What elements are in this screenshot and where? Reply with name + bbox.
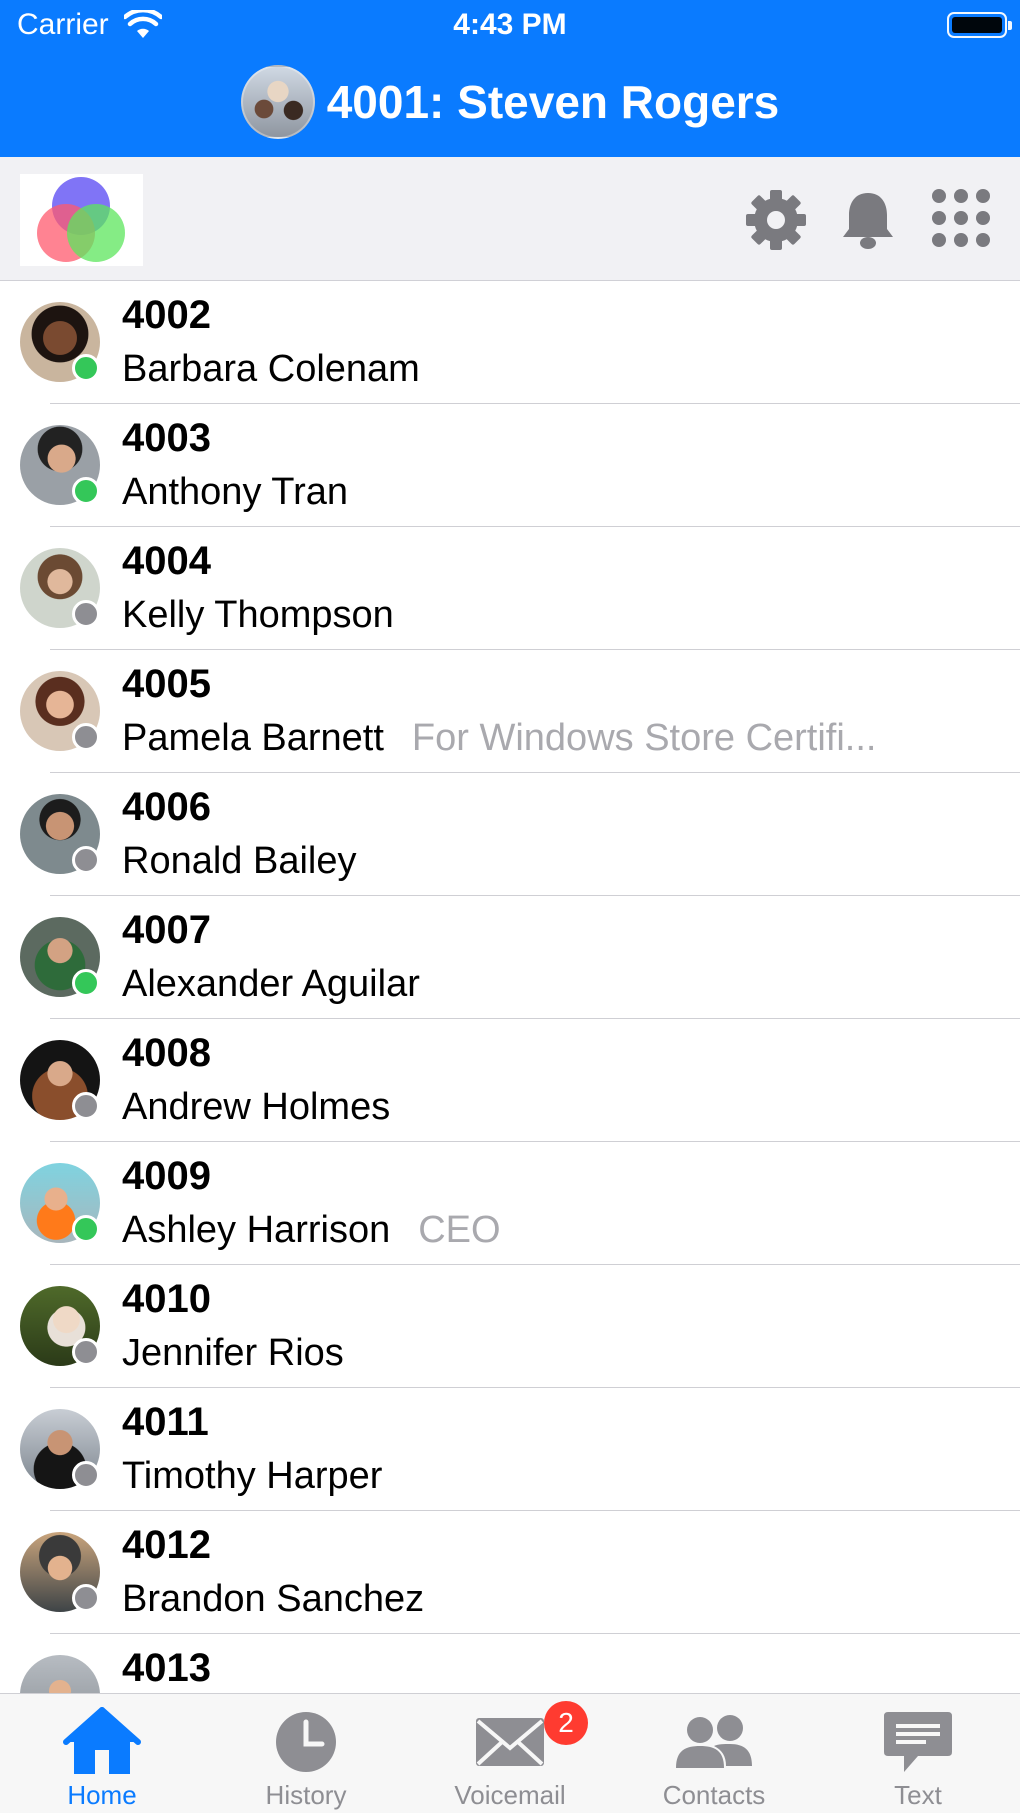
contact-list[interactable]: 4002 Barbara Colenam 4003 Anthony Tran 4…	[0, 281, 1020, 1693]
clock-time: 4:43 PM	[453, 8, 567, 41]
top-bar: Carrier 4:43 PM 4001: Steven Rogers	[0, 0, 1020, 157]
contact-note: CEO	[418, 1209, 501, 1251]
list-item[interactable]: 4009 Ashley Harrison CEO	[0, 1142, 1020, 1265]
status-dot	[72, 1584, 100, 1612]
list-item[interactable]: 4004 Kelly Thompson	[0, 527, 1020, 650]
contact-name: Ashley Harrison	[122, 1209, 391, 1251]
toolbar	[0, 157, 1020, 281]
contact-note: For Windows Store Certifi...	[411, 717, 877, 759]
tab-bar: Home History 2 Voicemail Contacts Text	[0, 1693, 1020, 1813]
unread-badge: 2	[544, 1701, 588, 1745]
status-dot	[72, 1215, 100, 1243]
contact-name: Timothy Harper	[122, 1455, 383, 1497]
status-dot	[72, 846, 100, 874]
battery-icon	[947, 12, 1012, 38]
contact-name: Andrew Holmes	[122, 1086, 391, 1128]
people-icon	[674, 1706, 754, 1778]
extension-number: 4013	[122, 1646, 211, 1690]
status-dot	[72, 600, 100, 628]
contact-name: Brandon Sanchez	[122, 1578, 425, 1620]
status-dot	[72, 1461, 100, 1489]
status-dot	[72, 354, 100, 382]
tab-home[interactable]: Home	[0, 1694, 204, 1813]
tab-contacts[interactable]: Contacts	[612, 1694, 816, 1813]
tab-label: Contacts	[662, 1780, 766, 1810]
list-item[interactable]: 4006 Ronald Bailey	[0, 773, 1020, 896]
extension-number: 4010	[122, 1277, 211, 1321]
bell-icon[interactable]	[835, 187, 901, 253]
contact-name: Ronald Bailey	[122, 840, 357, 882]
tab-label: History	[265, 1780, 347, 1810]
list-item[interactable]: 4013	[0, 1634, 1020, 1693]
home-icon	[62, 1706, 142, 1778]
list-item[interactable]: 4010 Jennifer Rios	[0, 1265, 1020, 1388]
status-dot	[72, 1338, 100, 1366]
status-dot	[72, 1092, 100, 1120]
list-item[interactable]: 4002 Barbara Colenam	[0, 281, 1020, 404]
extension-number: 4009	[122, 1154, 211, 1198]
tab-label: Text	[894, 1780, 942, 1810]
clock-icon	[266, 1706, 346, 1778]
list-item[interactable]: 4007 Alexander Aguilar	[0, 896, 1020, 1019]
extension-number: 4005	[122, 662, 211, 706]
contact-name: Barbara Colenam	[122, 348, 420, 390]
status-dot	[72, 477, 100, 505]
dialpad-icon[interactable]	[928, 187, 994, 253]
list-item[interactable]: 4005 Pamela Barnett For Windows Store Cer…	[0, 650, 1020, 773]
extension-number: 4011	[122, 1400, 209, 1444]
list-item[interactable]: 4008 Andrew Holmes	[0, 1019, 1020, 1142]
tab-history[interactable]: History	[204, 1694, 408, 1813]
extension-number: 4006	[122, 785, 211, 829]
logo-icon[interactable]	[20, 174, 143, 266]
extension-number: 4008	[122, 1031, 211, 1075]
page-title-row[interactable]: 4001: Steven Rogers	[0, 62, 1020, 142]
status-bar: Carrier 4:43 PM	[0, 0, 1020, 52]
list-item[interactable]: 4012 Brandon Sanchez	[0, 1511, 1020, 1634]
envelope-icon	[470, 1706, 550, 1778]
page-title: 4001: Steven Rogers	[326, 76, 780, 128]
user-avatar[interactable]	[240, 65, 315, 139]
contact-name: Pamela Barnett	[122, 717, 384, 759]
tab-text[interactable]: Text	[816, 1694, 1020, 1813]
contact-name: Kelly Thompson	[122, 594, 394, 636]
chat-icon	[878, 1706, 958, 1778]
status-dot	[72, 969, 100, 997]
tab-label: Voicemail	[454, 1780, 566, 1810]
status-dot	[72, 723, 100, 751]
tab-label: Home	[67, 1780, 137, 1810]
contact-name: Anthony Tran	[122, 471, 349, 513]
extension-number: 4007	[122, 908, 211, 952]
list-item[interactable]: 4003 Anthony Tran	[0, 404, 1020, 527]
tab-voicemail[interactable]: 2 Voicemail	[408, 1694, 612, 1813]
contact-name: Alexander Aguilar	[122, 963, 420, 1005]
gear-icon[interactable]	[743, 187, 809, 253]
extension-number: 4012	[122, 1523, 211, 1567]
list-item[interactable]: 4011 Timothy Harper	[0, 1388, 1020, 1511]
avatar	[20, 1655, 100, 1693]
extension-number: 4002	[122, 293, 211, 337]
extension-number: 4003	[122, 416, 211, 460]
contact-name: Jennifer Rios	[122, 1332, 344, 1374]
extension-number: 4004	[122, 539, 211, 583]
